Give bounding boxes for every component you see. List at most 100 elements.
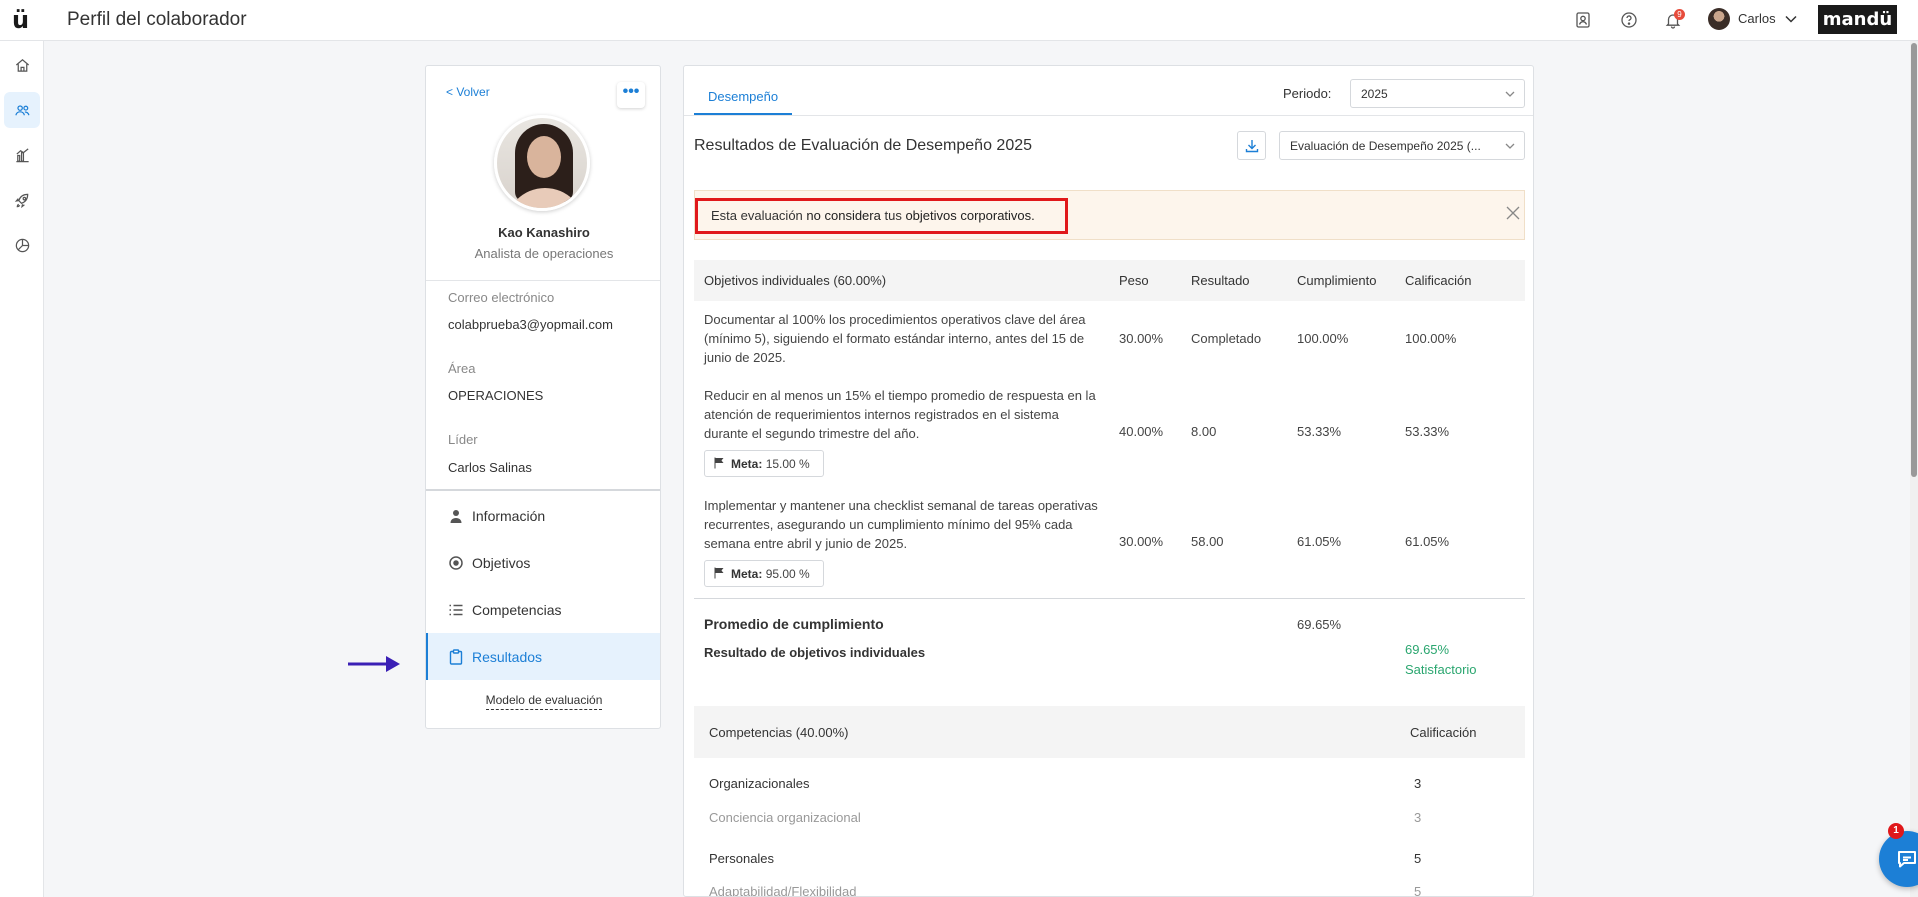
period-value: 2025 <box>1361 87 1388 101</box>
competency-score: 3 <box>1414 810 1422 825</box>
objective-compliance: 53.33% <box>1297 424 1342 439</box>
profile-photo <box>494 115 590 211</box>
rail-analytics[interactable] <box>4 137 40 173</box>
pie-chart-icon <box>15 238 29 252</box>
chevron-down-icon[interactable] <box>1784 12 1798 26</box>
period-label: Periodo: <box>1283 86 1332 101</box>
leader-value: Carlos Salinas <box>448 460 532 475</box>
competency-item: Conciencia organizacional <box>709 810 861 825</box>
contacts-icon[interactable] <box>1574 11 1592 29</box>
competency-group: Organizacionales <box>709 776 810 791</box>
flag-icon <box>714 567 724 579</box>
menu-label: Información <box>472 507 546 524</box>
rail-people[interactable] <box>4 92 40 128</box>
menu-informacion[interactable]: Información <box>426 492 660 539</box>
objective-result: 58.00 <box>1191 534 1224 549</box>
objective-score: 61.05% <box>1405 534 1450 549</box>
chat-button[interactable] <box>1879 831 1918 887</box>
user-avatar[interactable] <box>1708 8 1730 30</box>
divider <box>426 489 660 491</box>
chat-badge: 1 <box>1888 823 1904 839</box>
period-select[interactable]: 2025 <box>1350 79 1525 108</box>
flag-icon <box>714 457 724 469</box>
profile-name: Kao Kanashiro <box>498 225 590 240</box>
scrollbar-thumb[interactable] <box>1911 43 1917 477</box>
top-bar: ü Perfil del colaborador 9 Carlos mandü <box>0 0 1918 41</box>
email-value: colabprueba3@yopmail.com <box>448 317 613 332</box>
evaluation-model-link[interactable]: Modelo de evaluación <box>426 693 662 710</box>
objectives-table-header: Objetivos individuales (60.00%) Peso Res… <box>694 260 1525 301</box>
alert-text: Esta evaluación no considera tus objetiv… <box>711 208 1035 223</box>
rail-reports[interactable] <box>4 227 40 263</box>
objective-score: 53.33% <box>1405 424 1450 439</box>
objective-description: Documentar al 100% los procedimientos op… <box>704 312 1086 365</box>
objective-score: 100.00% <box>1405 331 1457 346</box>
rail-rocket[interactable] <box>4 182 40 218</box>
profile-card: < Volver ••• Kao Kanashiro Analista de o… <box>425 65 661 729</box>
result-value: 69.65% <box>1405 642 1450 657</box>
people-icon <box>14 104 30 115</box>
objective-result: 8.00 <box>1191 424 1217 439</box>
person-icon <box>450 509 462 523</box>
menu-resultados[interactable]: Resultados <box>426 633 660 680</box>
arrow-indicator-results <box>348 656 400 672</box>
result-label: Resultado de objetivos individuales <box>704 645 926 660</box>
menu-competencias[interactable]: Competencias <box>426 586 660 633</box>
download-button[interactable] <box>1237 131 1266 160</box>
results-panel: Desempeño Periodo: 2025 Resultados de Ev… <box>683 65 1534 897</box>
help-icon[interactable] <box>1620 11 1638 29</box>
objective-result: Completado <box>1191 331 1262 346</box>
clipboard-icon <box>449 648 463 665</box>
objective-compliance: 61.05% <box>1297 534 1342 549</box>
email-label: Correo electrónico <box>448 290 555 305</box>
rocket-icon <box>14 193 28 208</box>
info-alert: Esta evaluación no considera tus objetiv… <box>694 190 1525 240</box>
download-icon <box>1245 139 1258 152</box>
competency-score: 5 <box>1414 884 1422 897</box>
competency-score: 3 <box>1414 776 1422 791</box>
menu-label: Resultados <box>472 648 543 665</box>
column-header: Calificación <box>1405 273 1472 288</box>
competencies-header: Competencias (40.00%) Calificación <box>694 706 1525 758</box>
result-status: Satisfactorio <box>1405 662 1477 677</box>
tab-divider <box>684 115 1533 116</box>
user-name[interactable]: Carlos <box>1738 11 1776 26</box>
app-logo[interactable]: ü <box>12 6 29 34</box>
close-icon[interactable] <box>1505 205 1521 221</box>
competency-item: Adaptabilidad/Flexibilidad <box>709 884 857 897</box>
column-header: Cumplimiento <box>1297 273 1377 288</box>
profile-role: Analista de operaciones <box>474 246 614 261</box>
objective-weight: 40.00% <box>1119 424 1164 439</box>
column-header: Peso <box>1119 273 1149 288</box>
chevron-down-icon <box>1505 143 1515 149</box>
rail-home[interactable] <box>4 47 40 83</box>
side-rail: » <box>0 41 44 897</box>
average-label: Promedio de cumplimiento <box>704 616 884 632</box>
objective-compliance: 100.00% <box>1297 331 1349 346</box>
column-header: Resultado <box>1191 273 1250 288</box>
objective-description: Reducir en al menos un 15% el tiempo pro… <box>704 388 1096 441</box>
area-value: OPERACIONES <box>448 388 544 403</box>
list-icon <box>449 604 463 615</box>
objective-weight: 30.00% <box>1119 331 1164 346</box>
menu-label: Competencias <box>472 601 562 618</box>
competency-group: Personales <box>709 851 775 866</box>
home-icon <box>15 58 29 72</box>
notification-badge: 9 <box>1674 9 1685 20</box>
goal-chip: Meta: 15.00 % <box>704 450 824 477</box>
more-options-button[interactable]: ••• <box>617 82 645 108</box>
objective-description: Implementar y mantener una checklist sem… <box>704 498 1098 551</box>
evaluation-value: Evaluación de Desempeño 2025 (... <box>1290 139 1481 153</box>
page-title: Perfil del colaborador <box>67 9 247 30</box>
menu-objetivos[interactable]: Objetivos <box>426 539 660 586</box>
column-header: Objetivos individuales (60.00%) <box>704 273 887 288</box>
back-link[interactable]: < Volver <box>446 85 490 99</box>
tab-desempeno[interactable]: Desempeño <box>694 66 793 115</box>
evaluation-select[interactable]: Evaluación de Desempeño 2025 (... <box>1279 131 1525 160</box>
divider <box>694 598 1525 599</box>
average-value: 69.65% <box>1297 617 1342 632</box>
chevron-down-icon <box>1505 91 1515 97</box>
competency-score: 5 <box>1414 851 1422 866</box>
leader-label: Líder <box>448 432 478 447</box>
area-label: Área <box>448 361 476 376</box>
